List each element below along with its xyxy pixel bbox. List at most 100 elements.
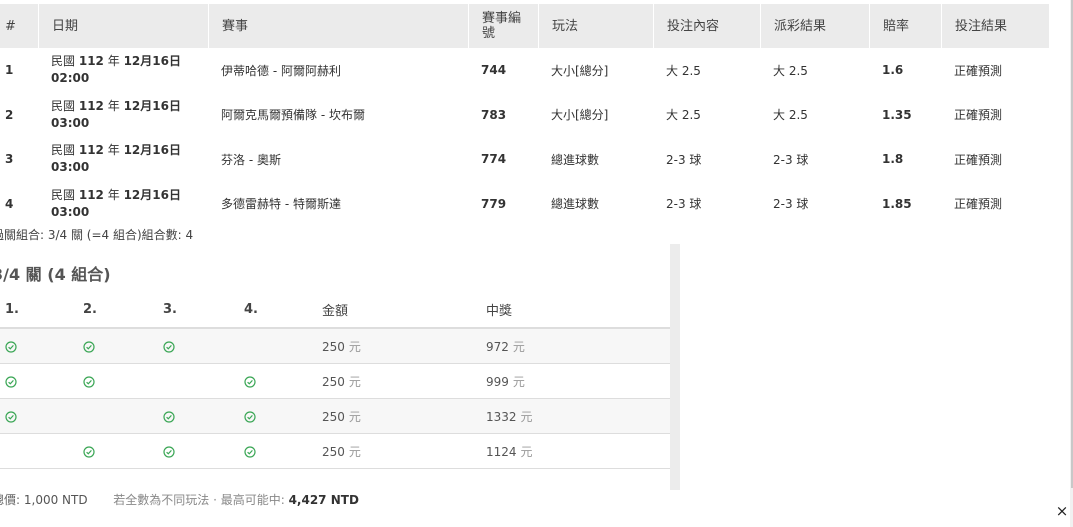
combo-leg-cell xyxy=(159,409,240,423)
bet-odds: 1.85 xyxy=(882,196,912,211)
check-circle-icon xyxy=(83,340,95,353)
bet-play: 總進球數 xyxy=(551,152,600,167)
amount-unit: 元 xyxy=(348,339,361,354)
prize-value: 1332 xyxy=(486,409,517,424)
date-prefix: 民國 xyxy=(51,54,76,69)
check-circle-icon xyxy=(163,340,175,353)
combo-header-leg-3: 3. xyxy=(163,302,177,317)
prize-unit: 元 xyxy=(520,444,533,459)
header-match-code: 賽事編號 xyxy=(468,4,538,48)
combo-leg-cell xyxy=(159,444,240,458)
combo-table-body: 250 元 972 元 250 元 999 元 250 元 1332 元 250 元 1124 元 xyxy=(0,329,670,469)
header-date: 日期 xyxy=(38,4,208,48)
bet-payout: 2-3 球 xyxy=(773,152,809,167)
date-prefix: 民國 xyxy=(51,143,76,158)
combo-amount: 250 元 xyxy=(321,443,486,460)
check-circle-icon xyxy=(163,410,175,423)
combo-header-leg-4: 4. xyxy=(244,302,258,317)
header-bet-content: 投注內容 xyxy=(653,4,760,48)
bet-detail-panel: # 日期 賽事 賽事編號 玩法 投注內容 派彩結果 賠率 投注結果 1 民國 1… xyxy=(0,0,1073,527)
check-circle-icon xyxy=(244,410,256,423)
amount-value: 250 xyxy=(322,444,345,459)
check-circle-icon xyxy=(83,445,95,458)
combo-leg-cell xyxy=(240,374,321,388)
bet-payout: 大 2.5 xyxy=(773,108,808,123)
date-year: 112 xyxy=(78,187,104,202)
amount-unit: 元 xyxy=(348,374,361,389)
combo-leg-cell xyxy=(78,339,159,353)
max-prize-note: 若全數為不同玩法 · 最高可能中: xyxy=(113,493,285,507)
combo-amount: 250 元 xyxy=(321,373,486,390)
bet-match: 阿爾克馬爾預備隊 - 坎布爾 xyxy=(221,108,365,123)
bet-play: 大小[總分] xyxy=(551,63,609,78)
bets-table: # 日期 賽事 賽事編號 玩法 投注內容 派彩結果 賠率 投注結果 1 民國 1… xyxy=(0,4,1049,226)
combo-header-leg-1: 1. xyxy=(5,302,19,317)
bet-num: 1 xyxy=(5,63,14,78)
date-time: 02:00 xyxy=(51,71,90,86)
combo-leg-cell xyxy=(159,339,240,353)
close-icon[interactable]: × xyxy=(1053,502,1071,520)
check-circle-icon xyxy=(83,375,95,388)
prize-value: 999 xyxy=(486,374,509,389)
date-day: 12月16日 xyxy=(123,143,181,158)
date-prefix: 民國 xyxy=(51,98,76,113)
date-prefix: 民國 xyxy=(51,187,76,202)
date-year-word: 年 xyxy=(107,54,120,69)
combo-prize: 972 元 xyxy=(486,338,670,355)
check-circle-icon xyxy=(163,445,175,458)
amount-unit: 元 xyxy=(348,444,361,459)
bet-match: 伊蒂哈德 - 阿爾阿赫利 xyxy=(221,63,341,78)
bets-table-header: # 日期 賽事 賽事編號 玩法 投注內容 派彩結果 賠率 投注結果 xyxy=(0,4,1049,48)
date-year-word: 年 xyxy=(107,143,120,158)
bet-row: 3 民國 112 年 12月16日 03:00 芬洛 - 奧斯 774 總進球數… xyxy=(0,137,1049,182)
combo-amount: 250 元 xyxy=(321,338,486,355)
date-day: 12月16日 xyxy=(123,98,181,113)
bet-payout: 2-3 球 xyxy=(773,197,809,212)
date-time: 03:00 xyxy=(51,160,90,175)
bet-date: 民國 112 年 12月16日 03:00 xyxy=(38,142,208,176)
combo-amount: 250 元 xyxy=(321,408,486,425)
combo-prize: 1124 元 xyxy=(486,443,670,460)
bet-num: 3 xyxy=(5,152,14,167)
bet-row: 2 民國 112 年 12月16日 03:00 阿爾克馬爾預備隊 - 坎布爾 7… xyxy=(0,93,1049,138)
total-value: 1,000 NTD xyxy=(23,493,88,507)
bet-result: 正確預測 xyxy=(954,197,1003,212)
bet-row: 1 民國 112 年 12月16日 02:00 伊蒂哈德 - 阿爾阿赫利 744… xyxy=(0,48,1049,93)
combo-row: 250 元 972 元 xyxy=(0,329,670,364)
combo-table-header: 1. 2. 3. 4. 金額 中獎 xyxy=(0,292,670,329)
header-payout-result: 派彩結果 xyxy=(760,4,869,48)
amount-unit: 元 xyxy=(348,409,361,424)
bets-table-body: 1 民國 112 年 12月16日 02:00 伊蒂哈德 - 阿爾阿赫利 744… xyxy=(0,48,1049,226)
date-day: 12月16日 xyxy=(123,187,181,202)
bet-date: 民國 112 年 12月16日 03:00 xyxy=(38,187,208,221)
combo-row: 250 元 1124 元 xyxy=(0,434,670,469)
bet-date: 民國 112 年 12月16日 02:00 xyxy=(38,53,208,87)
prize-value: 1124 xyxy=(486,444,517,459)
check-circle-icon xyxy=(5,375,17,388)
bet-match: 芬洛 - 奧斯 xyxy=(221,152,281,167)
bet-match-code: 774 xyxy=(481,152,507,167)
combo-leg-cell xyxy=(0,409,78,423)
check-circle-icon xyxy=(244,445,256,458)
combo-leg-cell xyxy=(0,374,78,388)
check-circle-icon xyxy=(5,340,17,353)
bet-result: 正確預測 xyxy=(954,63,1003,78)
header-num: # xyxy=(5,18,16,34)
header-play: 玩法 xyxy=(538,4,653,48)
bet-odds: 1.35 xyxy=(882,107,912,122)
header-bet-result: 投注結果 xyxy=(941,4,1049,48)
date-year: 112 xyxy=(78,143,104,158)
bet-payout: 大 2.5 xyxy=(773,63,808,78)
combo-prize: 1332 元 xyxy=(486,408,670,425)
date-day: 12月16日 xyxy=(123,54,181,69)
panel-scrollbar[interactable] xyxy=(670,244,680,490)
bet-odds: 1.6 xyxy=(882,63,904,78)
total-line: 總價: 1,000 NTD 若全數為不同玩法 · 最高可能中: 4,427 NT… xyxy=(0,491,359,508)
prize-unit: 元 xyxy=(520,409,533,424)
combo-title: 3/4 關 (4 組合) xyxy=(0,265,111,284)
combo-header-amount: 金額 xyxy=(322,304,349,319)
prize-unit: 元 xyxy=(512,374,525,389)
bet-match: 多德雷赫特 - 特爾斯達 xyxy=(221,197,341,212)
bet-play: 大小[總分] xyxy=(551,108,609,123)
date-time: 03:00 xyxy=(51,115,90,130)
